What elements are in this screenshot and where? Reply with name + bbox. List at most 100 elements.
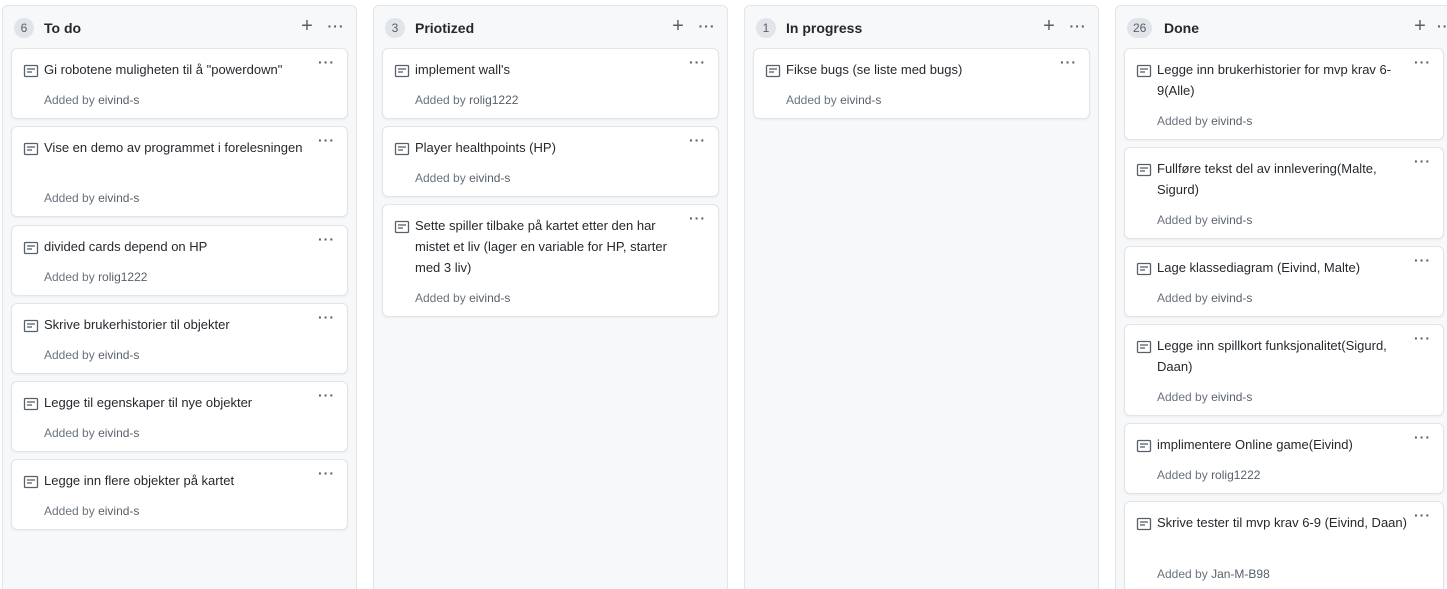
card-menu-icon[interactable]: ··· <box>1060 55 1077 69</box>
card-author-link[interactable]: rolig1222 <box>1211 468 1260 482</box>
added-by-label: Added by <box>44 270 95 284</box>
card[interactable]: Fullføre tekst del av innlevering(Malte,… <box>1124 147 1444 239</box>
column-menu-icon[interactable]: ··· <box>695 15 719 39</box>
card-title[interactable]: Fikse bugs (se liste med bugs) <box>786 59 1053 80</box>
card-author-link[interactable]: eivind-s <box>469 171 510 185</box>
card-title[interactable]: Legge inn spillkort funksjonalitet(Sigur… <box>1157 335 1407 377</box>
column-title: Done <box>1164 20 1199 36</box>
note-icon <box>23 241 39 255</box>
column-title: Priotized <box>415 20 475 36</box>
note-icon <box>23 142 39 156</box>
card-title[interactable]: Legge inn flere objekter på kartet <box>44 470 311 491</box>
card[interactable]: Legge inn flere objekter på kartet Added… <box>11 459 348 530</box>
card-menu-icon[interactable]: ··· <box>1414 55 1431 69</box>
card-author-link[interactable]: eivind-s <box>469 291 510 305</box>
card-author-link[interactable]: eivind-s <box>98 504 139 518</box>
column-to-do: 6 To do + ··· Gi robotene muligheten til… <box>2 5 357 589</box>
card-title[interactable]: implement wall's <box>415 59 682 80</box>
added-by-label: Added by <box>44 426 95 440</box>
added-by-label: Added by <box>415 93 466 107</box>
added-by-label: Added by <box>1157 390 1208 404</box>
card[interactable]: Lage klassediagram (Eivind, Malte) Added… <box>1124 246 1444 317</box>
card-menu-icon[interactable]: ··· <box>318 388 335 402</box>
card-author-link[interactable]: eivind-s <box>98 348 139 362</box>
card-author-link[interactable]: eivind-s <box>98 191 139 205</box>
card[interactable]: divided cards depend on HP Added by roli… <box>11 225 348 296</box>
card[interactable]: Sette spiller tilbake på kartet etter de… <box>382 204 719 317</box>
card-menu-icon[interactable]: ··· <box>1414 331 1431 345</box>
card-menu-icon[interactable]: ··· <box>318 466 335 480</box>
note-icon <box>1136 439 1152 453</box>
card[interactable]: Skrive brukerhistorier til objekter Adde… <box>11 303 348 374</box>
card-title[interactable]: Sette spiller tilbake på kartet etter de… <box>415 215 682 278</box>
card-menu-icon[interactable]: ··· <box>1414 430 1431 444</box>
added-by-label: Added by <box>1157 213 1208 227</box>
card-author-link[interactable]: rolig1222 <box>469 93 518 107</box>
column-menu-icon[interactable]: ··· <box>1437 15 1447 39</box>
card-author-link[interactable]: eivind-s <box>1211 114 1252 128</box>
card-author-link[interactable]: eivind-s <box>98 93 139 107</box>
card-title[interactable]: Gi robotene muligheten til å "powerdown" <box>44 59 311 80</box>
card-menu-icon[interactable]: ··· <box>1414 253 1431 267</box>
card-author-link[interactable]: rolig1222 <box>98 270 147 284</box>
card-title[interactable]: divided cards depend on HP <box>44 236 311 257</box>
add-card-icon[interactable]: + <box>666 15 690 39</box>
card-meta: Added by eivind-s <box>1157 290 1252 306</box>
card-menu-icon[interactable]: ··· <box>318 55 335 69</box>
card-author-link[interactable]: eivind-s <box>98 426 139 440</box>
card-title[interactable]: Fullføre tekst del av innlevering(Malte,… <box>1157 158 1407 200</box>
card[interactable]: Vise en demo av programmet i forelesning… <box>11 126 348 217</box>
card[interactable]: Legge til egenskaper til nye objekter Ad… <box>11 381 348 452</box>
add-card-icon[interactable]: + <box>1408 15 1432 39</box>
column-header: 6 To do + ··· <box>3 6 356 48</box>
card-title[interactable]: Skrive tester til mvp krav 6-9 (Eivind, … <box>1157 512 1407 533</box>
card[interactable]: Player healthpoints (HP) Added by eivind… <box>382 126 719 197</box>
card[interactable]: Skrive tester til mvp krav 6-9 (Eivind, … <box>1124 501 1444 589</box>
column-card-count: 3 <box>385 18 405 38</box>
card[interactable]: implimentere Online game(Eivind) Added b… <box>1124 423 1444 494</box>
note-icon <box>394 220 410 234</box>
card-author-link[interactable]: eivind-s <box>1211 291 1252 305</box>
card-author-link[interactable]: eivind-s <box>1211 213 1252 227</box>
column-card-count: 26 <box>1127 18 1153 38</box>
card-title[interactable]: Vise en demo av programmet i forelesning… <box>44 137 311 158</box>
card-title[interactable]: Legge inn brukerhistorier for mvp krav 6… <box>1157 59 1407 101</box>
note-icon <box>1136 64 1152 78</box>
card-menu-icon[interactable]: ··· <box>689 133 706 147</box>
card-author-link[interactable]: eivind-s <box>1211 390 1252 404</box>
card-menu-icon[interactable]: ··· <box>318 133 335 147</box>
add-card-icon[interactable]: + <box>295 15 319 39</box>
card-title[interactable]: Lage klassediagram (Eivind, Malte) <box>1157 257 1407 278</box>
added-by-label: Added by <box>1157 468 1208 482</box>
card-title[interactable]: implimentere Online game(Eivind) <box>1157 434 1407 455</box>
added-by-label: Added by <box>44 191 95 205</box>
card-menu-icon[interactable]: ··· <box>689 55 706 69</box>
added-by-label: Added by <box>1157 567 1208 581</box>
card-meta: Added by eivind-s <box>415 170 510 186</box>
card-meta: Added by eivind-s <box>1157 113 1252 129</box>
card[interactable]: Legge inn spillkort funksjonalitet(Sigur… <box>1124 324 1444 416</box>
card-menu-icon[interactable]: ··· <box>318 232 335 246</box>
project-board: 6 To do + ··· Gi robotene muligheten til… <box>0 0 1447 589</box>
card-author-link[interactable]: Jan-M-B98 <box>1211 567 1270 581</box>
card-menu-icon[interactable]: ··· <box>1414 154 1431 168</box>
column-menu-icon[interactable]: ··· <box>324 15 348 39</box>
card-author-link[interactable]: eivind-s <box>840 93 881 107</box>
card-meta: Added by eivind-s <box>786 92 881 108</box>
card-title[interactable]: Player healthpoints (HP) <box>415 137 682 158</box>
card-title[interactable]: Skrive brukerhistorier til objekter <box>44 314 311 335</box>
add-card-icon[interactable]: + <box>1037 15 1061 39</box>
card-meta: Added by rolig1222 <box>415 92 518 108</box>
card[interactable]: Gi robotene muligheten til å "powerdown"… <box>11 48 348 119</box>
card-meta: Added by eivind-s <box>415 290 510 306</box>
card[interactable]: Fikse bugs (se liste med bugs) Added by … <box>753 48 1090 119</box>
card-menu-icon[interactable]: ··· <box>318 310 335 324</box>
added-by-label: Added by <box>786 93 837 107</box>
card-title[interactable]: Legge til egenskaper til nye objekter <box>44 392 311 413</box>
card[interactable]: Legge inn brukerhistorier for mvp krav 6… <box>1124 48 1444 140</box>
card-meta: Added by eivind-s <box>44 503 139 519</box>
card[interactable]: implement wall's Added by rolig1222 ··· <box>382 48 719 119</box>
card-menu-icon[interactable]: ··· <box>1414 508 1431 522</box>
card-menu-icon[interactable]: ··· <box>689 211 706 225</box>
column-menu-icon[interactable]: ··· <box>1066 15 1090 39</box>
